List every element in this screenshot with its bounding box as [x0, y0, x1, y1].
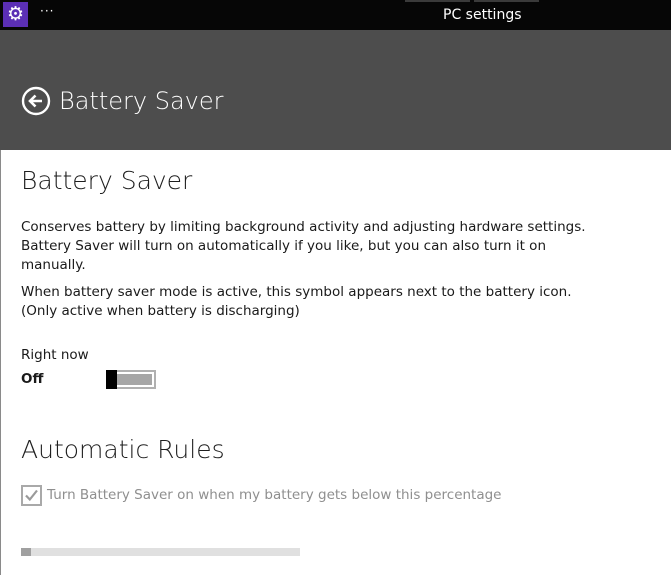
- tab-indicator: [405, 0, 470, 2]
- header-title: Battery Saver: [59, 87, 224, 115]
- page-header: Battery Saver: [0, 30, 671, 150]
- battery-threshold-checkbox[interactable]: [21, 485, 42, 506]
- toggle-thumb[interactable]: [106, 370, 117, 389]
- slider-fill: [21, 548, 31, 556]
- toggle-state-label: Off: [21, 371, 44, 387]
- gear-icon[interactable]: ⚙: [3, 2, 28, 27]
- window-title: PC settings: [443, 7, 522, 23]
- checkmark-icon: [25, 489, 38, 502]
- more-options-button[interactable]: ···: [40, 4, 54, 18]
- back-arrow-icon[interactable]: [21, 86, 51, 116]
- content-edge-divider: [0, 150, 1, 575]
- title-bar: ⚙ ··· PC settings: [0, 0, 671, 30]
- battery-symbol-note: When battery saver mode is active, this …: [21, 284, 572, 319]
- battery-saver-description: Conserves battery by limiting background…: [21, 219, 586, 273]
- section-title: Battery Saver: [21, 166, 193, 195]
- right-now-label: Right now: [21, 347, 89, 363]
- automatic-rules-title: Automatic Rules: [21, 435, 225, 464]
- battery-percentage-slider[interactable]: [21, 548, 300, 556]
- toggle-track-fill: [116, 374, 152, 385]
- tab-indicator: [474, 0, 539, 2]
- battery-threshold-label: Turn Battery Saver on when my battery ge…: [47, 487, 502, 503]
- battery-saver-toggle[interactable]: [106, 370, 156, 389]
